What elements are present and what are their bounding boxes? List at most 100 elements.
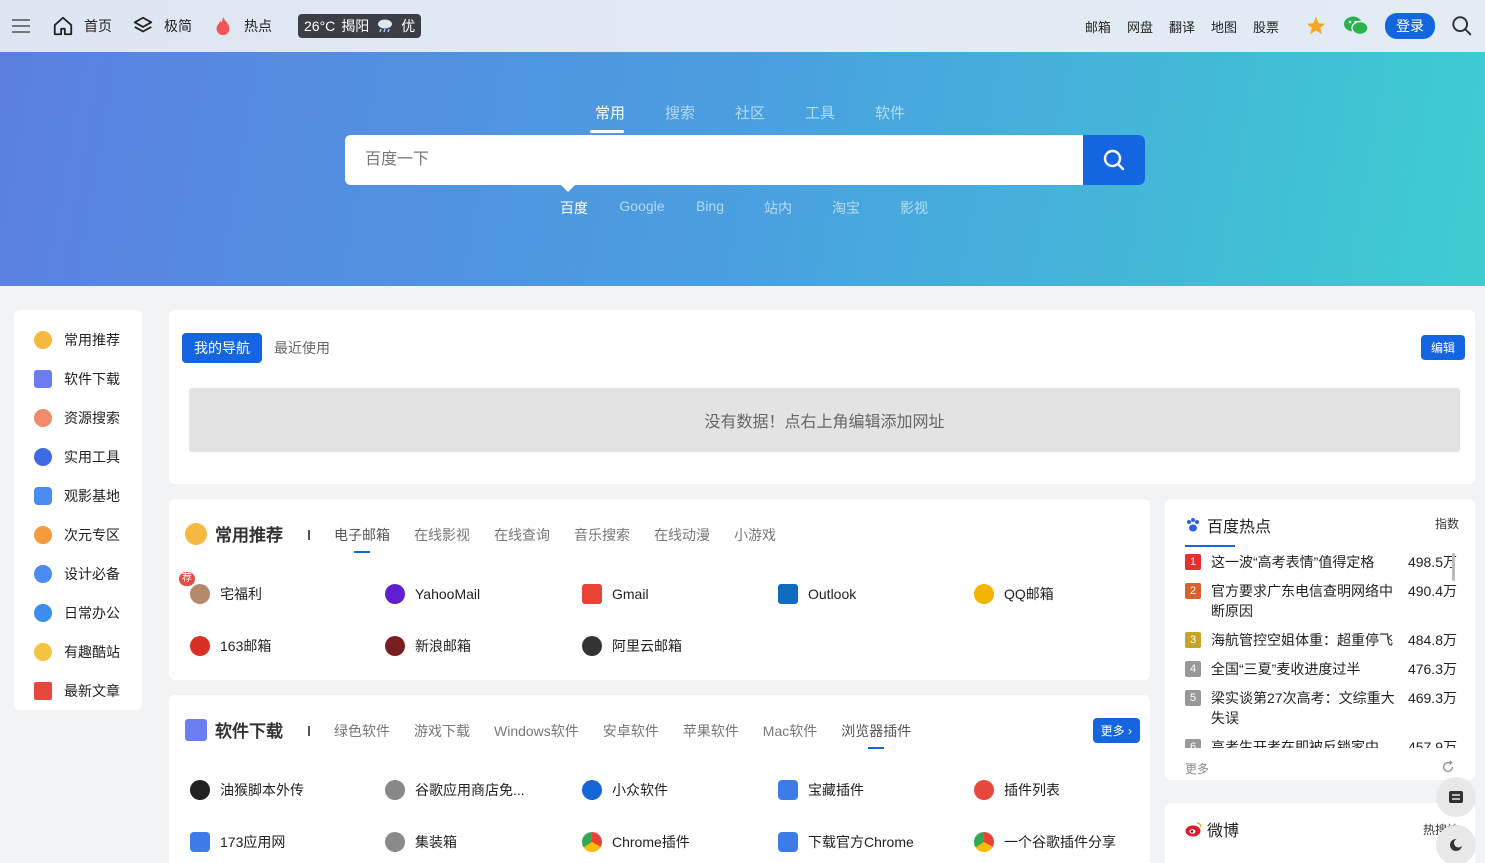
search-icon[interactable] [1451, 15, 1473, 37]
nav-item-articles[interactable]: 最新文章 [14, 671, 142, 710]
tab-search[interactable]: 搜索 [645, 102, 715, 123]
paw-icon [1185, 517, 1201, 533]
engine-video[interactable]: 影视 [880, 198, 948, 218]
tab-community[interactable]: 社区 [715, 102, 785, 123]
nav-item-anime[interactable]: 次元专区 [14, 515, 142, 554]
tab-games[interactable]: 小游戏 [734, 525, 776, 545]
tab-green[interactable]: 绿色软件 [334, 721, 390, 741]
translate-link[interactable]: 翻译 [1169, 17, 1195, 36]
tab-games[interactable]: 游戏下载 [414, 721, 470, 741]
site-link[interactable]: 小众软件 [582, 780, 668, 800]
site-name: 油猴脚本外传 [220, 782, 304, 798]
menu-icon[interactable] [12, 15, 34, 37]
tab-software[interactable]: 软件 [855, 102, 925, 123]
map-link[interactable]: 地图 [1211, 17, 1237, 36]
keyboard-button[interactable] [1436, 777, 1476, 817]
weather-widget[interactable]: 26°C 揭阳 优 [298, 14, 422, 38]
tools-icon [34, 447, 52, 466]
outlook-icon [778, 584, 798, 604]
engine-google[interactable]: Google [608, 198, 676, 218]
tab-anime[interactable]: 在线动漫 [654, 525, 710, 545]
tab-browser-plugins[interactable]: 浏览器插件 [841, 721, 911, 749]
site-link[interactable]: Chrome插件 [582, 832, 690, 852]
site-link[interactable]: 油猴脚本外传 [190, 780, 304, 800]
site-link[interactable]: 163邮箱 [190, 636, 271, 656]
hot-item[interactable]: 3 海航管控空姐体重：超重停飞 484.8万 [1185, 630, 1457, 650]
site-link[interactable]: Gmail [582, 584, 649, 604]
more-button[interactable]: 更多 › [1092, 718, 1140, 743]
site-link[interactable]: 荐 宅福利 [179, 572, 262, 604]
nav-item-design[interactable]: 设计必备 [14, 554, 142, 593]
hot-more-link[interactable]: 更多 [1185, 760, 1209, 777]
site-link[interactable]: 阿里云邮箱 [582, 636, 682, 656]
engine-site[interactable]: 站内 [744, 198, 812, 218]
hot-item[interactable]: 5 梁实谈第27次高考：文综重大失误 469.3万 [1185, 688, 1457, 728]
tab-my-nav[interactable]: 我的导航 [182, 333, 262, 363]
site-link[interactable]: QQ邮箱 [974, 584, 1054, 604]
nav-item-tools[interactable]: 实用工具 [14, 437, 142, 476]
home-link[interactable]: 首页 [52, 15, 112, 37]
site-link[interactable]: 一个谷歌插件分享 [974, 832, 1116, 852]
site-link[interactable]: 插件列表 [974, 780, 1060, 800]
site-name: YahooMail [415, 586, 481, 602]
edit-button[interactable]: 编辑 [1420, 335, 1465, 360]
nav-item-office[interactable]: 日常办公 [14, 593, 142, 632]
tab-recent[interactable]: 最近使用 [262, 333, 342, 363]
tab-android[interactable]: 安卓软件 [603, 721, 659, 741]
tab-tools[interactable]: 工具 [785, 102, 855, 123]
tab-query[interactable]: 在线查询 [494, 525, 550, 545]
hot-value: 476.3万 [1407, 661, 1457, 677]
tab-apple[interactable]: 苹果软件 [683, 721, 739, 741]
nav-item-movies[interactable]: 观影基地 [14, 476, 142, 515]
site-link[interactable]: Outlook [778, 584, 856, 604]
wechat-icon[interactable] [1343, 15, 1369, 37]
tab-mac[interactable]: Mac软件 [763, 721, 817, 741]
tab-windows[interactable]: Windows软件 [494, 721, 579, 741]
site-link[interactable]: 集装箱 [385, 832, 457, 852]
tab-email[interactable]: 电子邮箱 [334, 525, 390, 553]
theme-toggle-button[interactable] [1436, 825, 1476, 863]
weibo-panel: 微博 热搜榜 [1165, 803, 1475, 863]
163-icon [190, 636, 210, 656]
weibo-title: 微博 [1185, 817, 1239, 841]
site-link[interactable]: 173应用网 [190, 832, 285, 852]
search-button[interactable] [1083, 135, 1145, 185]
refresh-icon[interactable] [1441, 760, 1455, 774]
stock-link[interactable]: 股票 [1253, 17, 1279, 36]
site-link[interactable]: 新浪邮箱 [385, 636, 471, 656]
hot-item[interactable]: 2 官方要求广东电信查明网络中断原因 490.4万 [1185, 581, 1457, 621]
netdisk-link[interactable]: 网盘 [1127, 17, 1153, 36]
nav-item-recommend[interactable]: 常用推荐 [14, 320, 142, 359]
nav-label: 最新文章 [64, 682, 120, 699]
star-icon[interactable] [1305, 15, 1327, 37]
tv-icon [34, 486, 52, 505]
globe-icon [582, 636, 602, 656]
hot-item[interactable]: 1 这一波“高考表情”值得定格 498.5万 [1185, 552, 1457, 572]
search-input[interactable] [345, 135, 1083, 185]
login-button[interactable]: 登录 [1385, 13, 1435, 39]
weibo-icon [1185, 821, 1202, 837]
engine-baidu[interactable]: 百度 [540, 198, 608, 218]
arrow-left-icon [34, 681, 52, 700]
site-link[interactable]: YahooMail [385, 584, 480, 604]
tab-video[interactable]: 在线影视 [414, 525, 470, 545]
engine-taobao[interactable]: 淘宝 [812, 198, 880, 218]
site-link[interactable]: 谷歌应用商店免... [385, 780, 525, 800]
hot-scrollbar[interactable] [1452, 553, 1455, 581]
site-link[interactable]: 宝藏插件 [778, 780, 864, 800]
hot-item[interactable]: 6 高考生开考在即被反锁家中 457.9万 [1185, 737, 1457, 748]
tab-music[interactable]: 音乐搜索 [574, 525, 630, 545]
engine-bing[interactable]: Bing [676, 198, 744, 218]
hot-item[interactable]: 4 全国“三夏”麦收进度过半 476.3万 [1185, 659, 1457, 679]
qqmail-icon [974, 584, 994, 604]
hot-value: 490.4万 [1407, 583, 1457, 599]
nav-item-fun[interactable]: 有趣酷站 [14, 632, 142, 671]
mail-link[interactable]: 邮箱 [1085, 17, 1111, 36]
site-link[interactable]: 下载官方Chrome [778, 832, 914, 852]
hot-link[interactable]: 热点 [212, 15, 272, 37]
tab-common[interactable]: 常用 [575, 102, 645, 133]
simple-link[interactable]: 极简 [132, 15, 192, 37]
engine-list: 百度 Google Bing 站内 淘宝 影视 [540, 198, 948, 218]
nav-item-resource[interactable]: 资源搜索 [14, 398, 142, 437]
nav-item-software[interactable]: 软件下载 [14, 359, 142, 398]
